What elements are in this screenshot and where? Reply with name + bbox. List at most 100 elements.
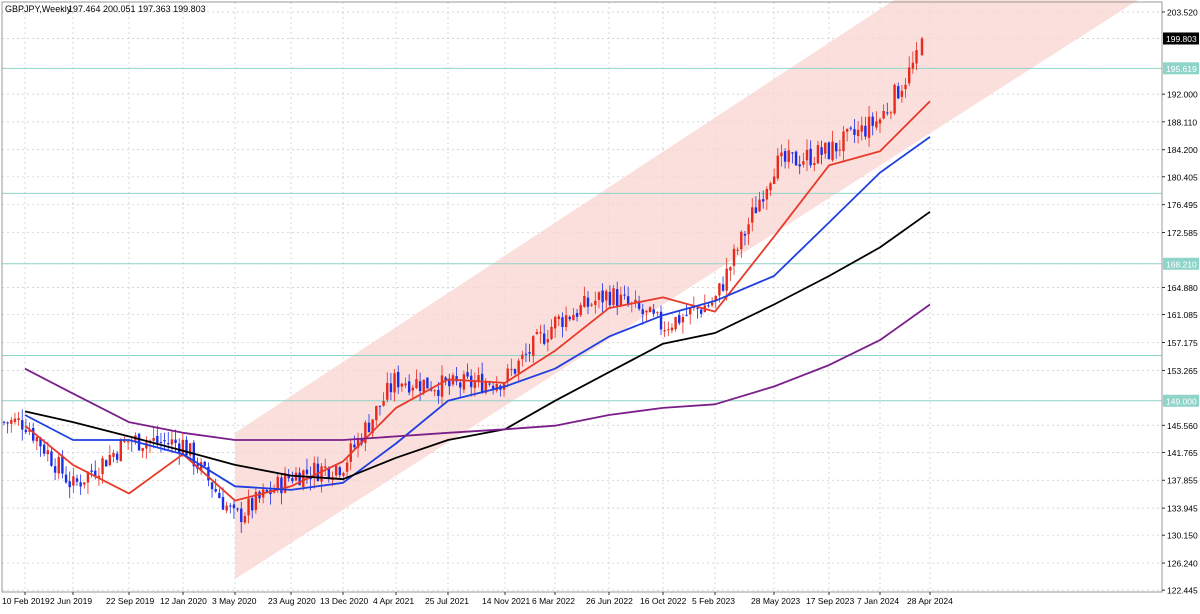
candle-body — [218, 492, 221, 499]
candle-body — [740, 231, 743, 250]
candle-body — [583, 296, 586, 307]
x-tick-label: 10 Feb 2019 — [2, 596, 50, 606]
candle-body — [528, 352, 531, 354]
candle-body — [667, 329, 670, 331]
candle-body — [601, 290, 604, 303]
y-tick-label: 188.110 — [1167, 117, 1197, 127]
candle-body — [345, 462, 349, 472]
candle-body — [802, 161, 805, 165]
candle-body — [813, 163, 816, 165]
candle-body — [827, 142, 831, 160]
candle-body — [718, 283, 721, 296]
candle-body — [101, 458, 104, 475]
candle-body — [878, 119, 882, 124]
candle-body — [685, 314, 688, 316]
candle-body — [437, 390, 440, 396]
candle-body — [619, 294, 623, 306]
y-tick-label: 203.520 — [1167, 7, 1198, 17]
candle-body — [57, 456, 60, 474]
candle-body — [780, 152, 783, 157]
candle-body — [696, 308, 699, 310]
candle-body — [871, 116, 874, 126]
y-tick-label: 164.880 — [1167, 283, 1198, 293]
y-tick-label: 153.265 — [1167, 366, 1198, 376]
candle-body — [860, 125, 863, 132]
candle-body — [393, 373, 396, 393]
candle-body — [400, 383, 404, 387]
candle-body — [524, 353, 528, 355]
candle-body — [886, 112, 889, 114]
x-tick-label: 12 Jan 2020 — [160, 596, 207, 606]
candle-body — [521, 354, 524, 360]
candle-body — [42, 444, 46, 454]
chart-symbol-label: GBPJPY,Weekly — [5, 4, 72, 14]
candle-body — [605, 291, 608, 301]
candle-body — [324, 466, 327, 468]
candle-body — [623, 294, 626, 296]
candle-body — [426, 377, 429, 389]
candle-body — [729, 267, 732, 271]
candle-body — [302, 470, 305, 487]
candle-body — [6, 422, 9, 424]
candle-body — [641, 309, 644, 315]
y-tick-label: 130.150 — [1167, 531, 1198, 541]
candle-body — [126, 441, 130, 443]
candle-body — [68, 481, 71, 488]
candle-body — [900, 90, 904, 97]
candle-body — [21, 420, 24, 430]
candle-body — [758, 199, 761, 212]
x-tick-label: 7 Jan 2024 — [857, 596, 899, 606]
candle-body — [626, 296, 630, 304]
candle-body — [553, 316, 557, 329]
candle-body — [864, 125, 867, 137]
candle-body — [725, 268, 728, 291]
candle-body — [776, 155, 779, 179]
candle-body — [783, 151, 787, 162]
candle-body — [838, 149, 842, 151]
candle-body — [185, 439, 188, 456]
candle-body — [375, 406, 378, 421]
candle-body — [561, 317, 564, 328]
candle-body — [575, 313, 579, 317]
candle-body — [415, 379, 418, 389]
candle-body — [35, 436, 39, 442]
candle-body — [46, 450, 49, 455]
y-tick-label: 172.585 — [1167, 228, 1198, 238]
candle-body — [2, 421, 6, 423]
candle-body — [893, 84, 896, 114]
candle-body — [119, 440, 122, 462]
candle-body — [462, 374, 466, 390]
price-chart[interactable]: 203.520 199.803 195.619 192.000 188.110 184.2… — [0, 0, 1200, 609]
y-tick-label: 192.000 — [1167, 90, 1198, 100]
x-tick-label: 6 Mar 2022 — [532, 596, 575, 606]
candle-body — [550, 326, 553, 340]
candle-body — [488, 383, 491, 385]
candle-body — [656, 312, 659, 314]
x-tick-label: 13 Dec 2020 — [320, 596, 368, 606]
candle-body — [736, 249, 739, 251]
candle-body — [594, 300, 597, 305]
chart-ohlc-label: 197.464 200.051 197.363 199.803 — [68, 4, 206, 14]
candle-body — [845, 128, 849, 132]
candle-body — [506, 368, 509, 382]
candle-body — [477, 375, 480, 381]
candle-body — [64, 474, 68, 483]
candle-body — [90, 470, 93, 472]
candle-body — [769, 183, 772, 191]
candle-body — [10, 420, 13, 424]
candle-body — [510, 369, 513, 371]
candle-body — [831, 141, 834, 161]
y-tick-label: 176.495 — [1167, 200, 1198, 210]
candle-body — [221, 497, 225, 510]
candle-body — [353, 444, 356, 448]
candle-body — [710, 302, 714, 306]
candle-body — [849, 127, 852, 129]
candle-body — [546, 339, 550, 343]
candle-body — [535, 332, 539, 335]
level-tag-label: 149.000 — [1166, 396, 1197, 406]
candle-body — [178, 443, 181, 454]
x-tick-label: 22 Sep 2019 — [106, 596, 154, 606]
x-tick-label: 17 Sep 2023 — [806, 596, 854, 606]
candle-body — [557, 316, 560, 320]
x-tick-label: 26 Jun 2022 — [586, 596, 633, 606]
